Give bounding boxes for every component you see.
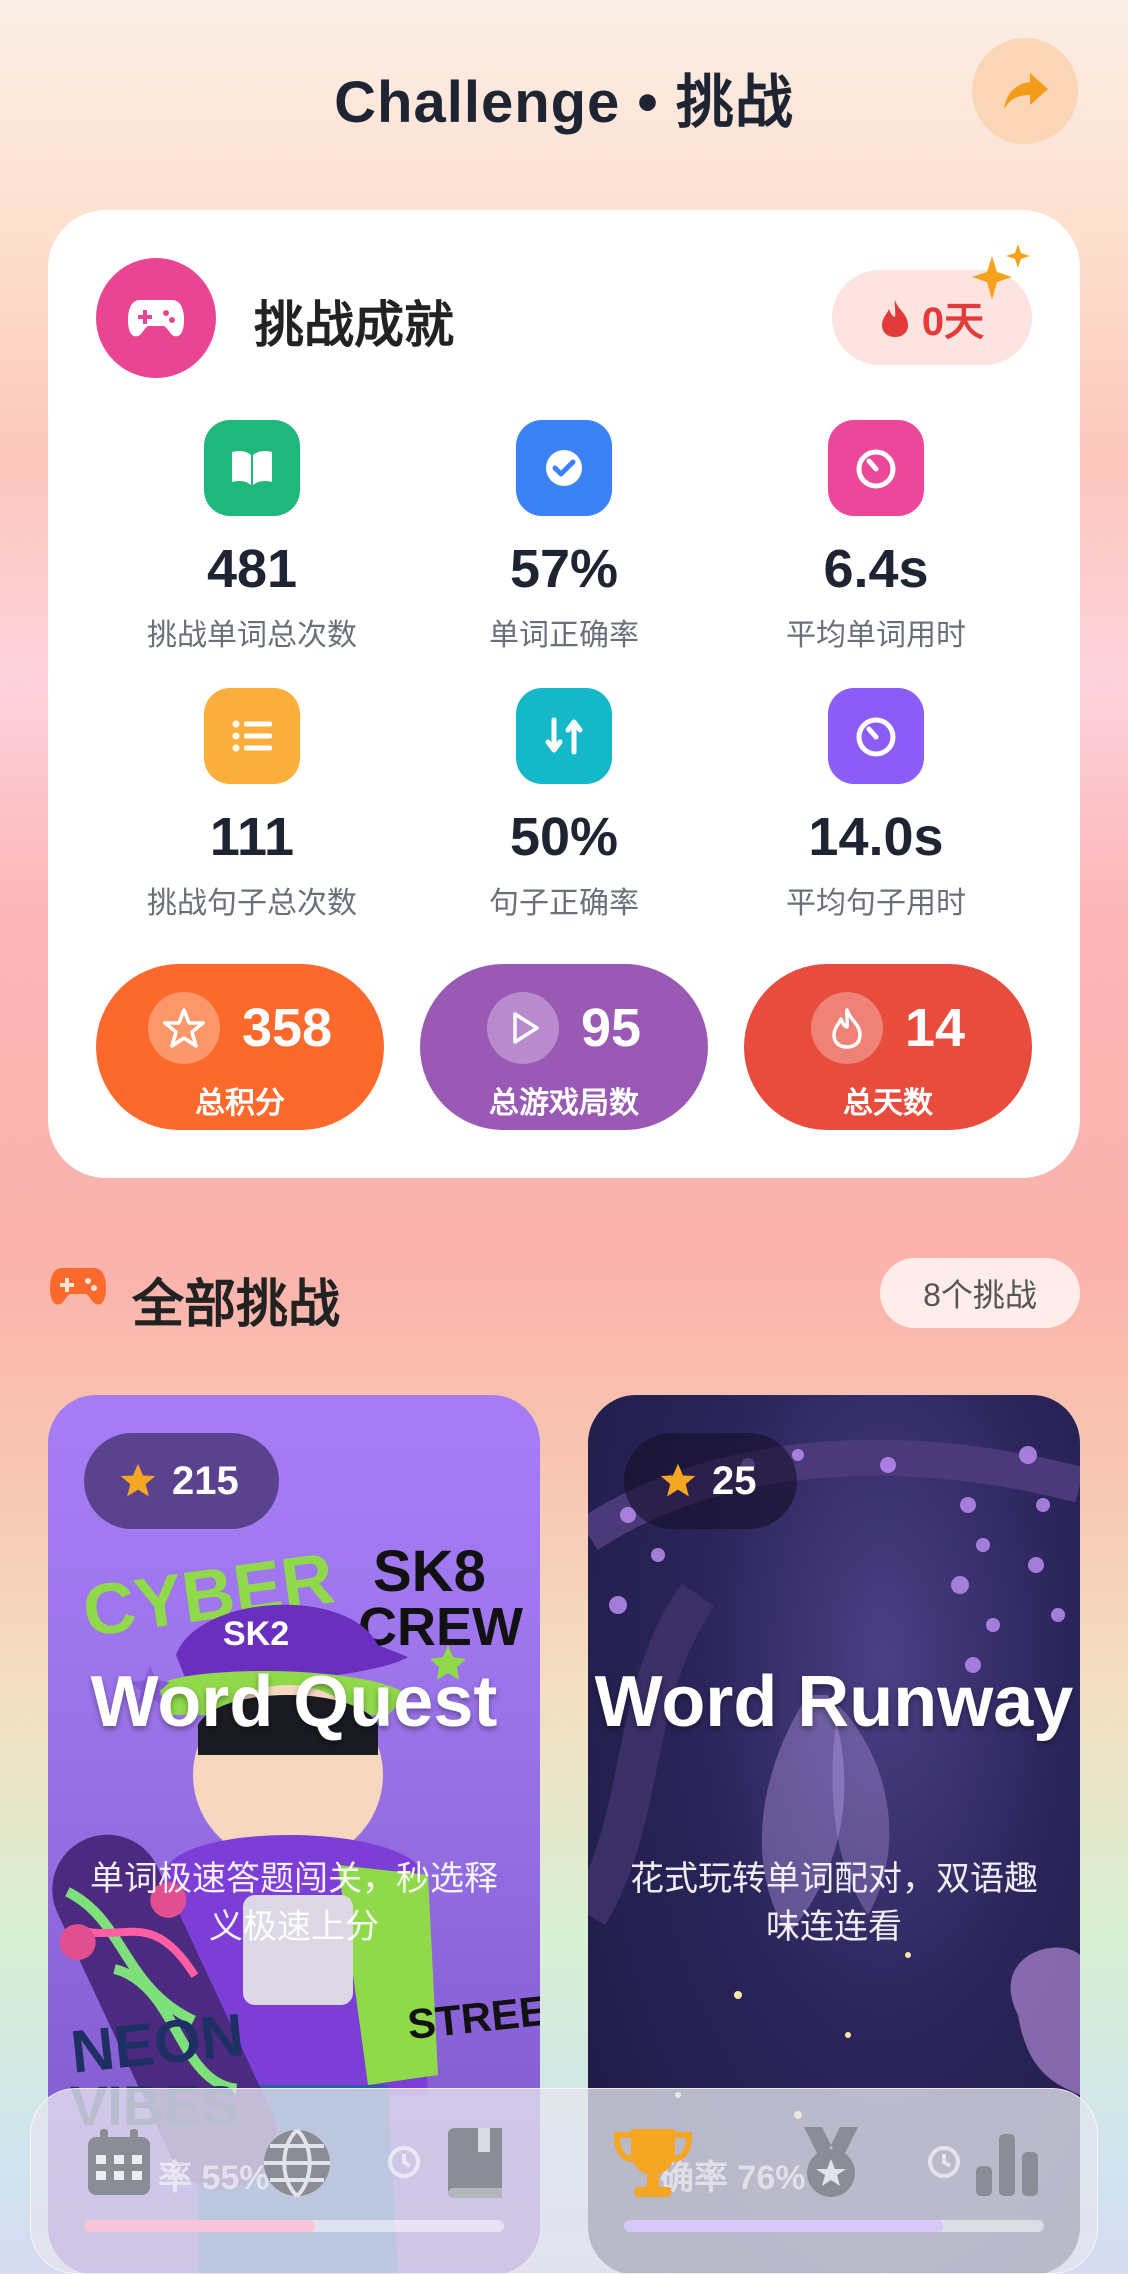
stat-value: 57%	[509, 539, 619, 599]
game-description: 单词极速答题闯关，秒选释义极速上分	[90, 1860, 498, 1946]
clock-icon	[388, 2146, 420, 2178]
stat-sentence-time: 14.0s 平均句子用时	[716, 688, 1036, 922]
share-arrow-icon	[1004, 73, 1048, 109]
stat-sentence-accuracy: 50% 句子正确率	[404, 688, 724, 922]
gamepad-icon	[50, 1268, 106, 1305]
medal-icon	[804, 2127, 858, 2197]
book-icon	[204, 420, 300, 516]
clock-icon	[928, 2146, 960, 2178]
progress-fill	[624, 2220, 944, 2232]
section-title: 全部挑战	[132, 1276, 341, 1334]
stat-label: 挑战单词总次数	[147, 619, 357, 652]
game-title: Word Runway	[594, 1662, 1074, 1742]
stat-sentence-total: 111 挑战句子总次数	[92, 688, 412, 922]
total-points-pill: 358 总积分	[96, 964, 384, 1130]
bar-chart-icon	[976, 2134, 1038, 2196]
stat-value: 50%	[509, 807, 619, 867]
poster-text-sk8: SK8	[373, 1539, 486, 1604]
stat-word-time: 6.4s 平均单词用时	[716, 420, 1036, 654]
book-icon	[448, 2128, 502, 2198]
flame-icon	[810, 992, 883, 1064]
nav-book[interactable]	[430, 2118, 520, 2208]
trophy-icon	[613, 2129, 693, 2197]
challenge-count-badge: 8个挑战	[880, 1258, 1080, 1328]
nav-medal[interactable]	[786, 2118, 876, 2208]
score-value: 215	[172, 1458, 239, 1503]
game-description: 花式玩转单词配对，双语趣味连连看	[630, 1860, 1038, 1946]
stat-label: 平均句子用时	[786, 887, 966, 920]
progress-track	[624, 2220, 1044, 2232]
nav-stats[interactable]	[962, 2118, 1052, 2208]
sparkle-icon	[972, 244, 1030, 300]
stat-word-accuracy: 57% 单词正确率	[404, 420, 724, 654]
flame-icon	[881, 299, 908, 337]
star-icon	[147, 992, 220, 1064]
swap-icon	[516, 688, 612, 784]
total-label: 总天数	[843, 1087, 933, 1120]
nav-trophy[interactable]	[608, 2118, 698, 2208]
timer-icon	[828, 688, 924, 784]
stat-value: 481	[206, 539, 298, 599]
nav-calendar[interactable]	[74, 2118, 164, 2208]
total-games-pill: 95 总游戏局数	[420, 964, 708, 1130]
stat-label: 平均单词用时	[786, 619, 966, 652]
list-icon	[204, 688, 300, 784]
total-value: 358	[241, 998, 333, 1058]
score-value: 25	[712, 1458, 757, 1503]
poster-text-sk2: SK2	[223, 1615, 289, 1653]
total-days-pill: 14 总天数	[744, 964, 1032, 1130]
stat-label: 单词正确率	[489, 619, 639, 652]
total-value: 95	[580, 998, 642, 1058]
star-icon	[120, 1463, 156, 1497]
gamepad-icon	[96, 258, 216, 378]
stat-word-total: 481 挑战单词总次数	[92, 420, 412, 654]
score-badge: 215	[84, 1433, 279, 1529]
calendar-icon	[88, 2129, 150, 2195]
share-button[interactable]	[972, 38, 1078, 144]
stat-value: 14.0s	[808, 807, 944, 867]
total-label: 总游戏局数	[489, 1087, 639, 1120]
stat-label: 句子正确率	[489, 887, 639, 920]
stat-label: 挑战句子总次数	[147, 887, 357, 920]
total-label: 总积分	[195, 1087, 285, 1120]
stat-value: 6.4s	[823, 539, 929, 599]
nav-globe[interactable]	[252, 2118, 342, 2208]
check-icon	[516, 420, 612, 516]
timer-icon	[828, 420, 924, 516]
page-title: Challenge • 挑战	[334, 70, 794, 135]
progress-track	[84, 2220, 504, 2232]
progress-fill	[84, 2220, 315, 2232]
play-icon	[486, 992, 559, 1064]
score-badge: 25	[624, 1433, 797, 1529]
stat-value: 111	[209, 807, 295, 867]
achievement-title: 挑战成就	[254, 297, 454, 353]
game-title: Word Quest	[90, 1662, 498, 1742]
globe-icon	[264, 2128, 330, 2198]
star-icon	[660, 1463, 696, 1497]
total-value: 14	[904, 998, 966, 1058]
